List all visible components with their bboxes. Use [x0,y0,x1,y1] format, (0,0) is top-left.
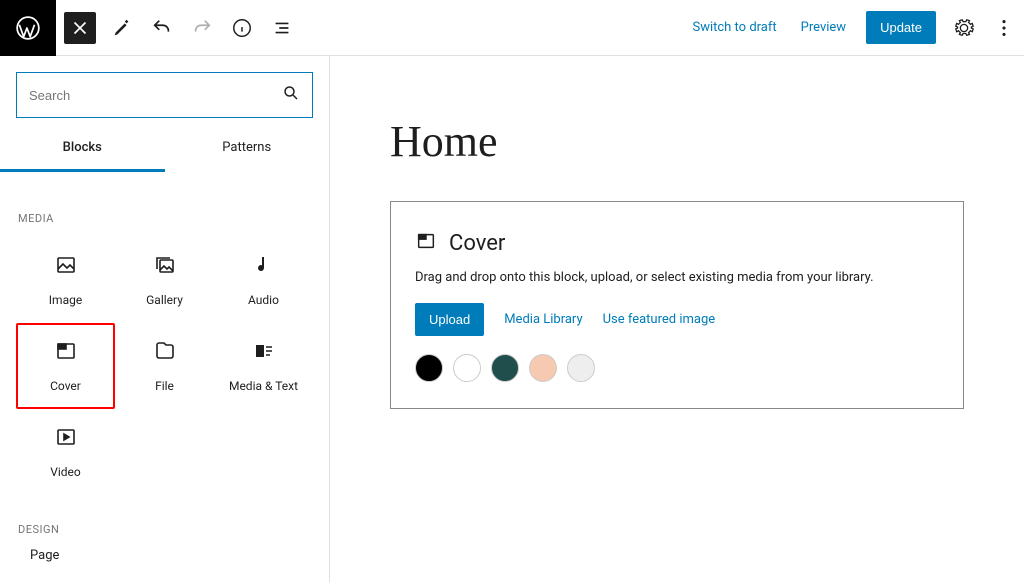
color-swatch[interactable] [567,354,595,382]
wordpress-logo[interactable] [0,0,56,56]
block-item-label: Cover [50,379,81,393]
upload-button[interactable]: Upload [415,303,484,336]
editor-canvas[interactable]: Home Cover Drag and drop onto this block… [330,56,1024,582]
search-icon [282,84,300,106]
category-design-title: Design [16,495,313,548]
gallery-icon [153,253,177,277]
switch-to-draft-link[interactable]: Switch to draft [680,20,788,35]
use-featured-image-link[interactable]: Use featured image [603,312,716,327]
undo-button[interactable] [144,10,180,46]
image-icon [54,253,78,277]
media-library-link[interactable]: Media Library [504,312,582,327]
block-item-gallery[interactable]: Gallery [115,237,214,323]
preview-link[interactable]: Preview [789,20,858,35]
block-item-video[interactable]: Video [16,409,115,495]
cover-block-placeholder[interactable]: Cover Drag and drop onto this block, upl… [390,201,964,409]
cover-icon [415,230,437,256]
info-button[interactable] [224,10,260,46]
color-swatch-row [415,354,939,382]
search-box[interactable] [16,72,313,118]
cover-instructions: Drag and drop onto this block, upload, o… [415,270,939,285]
media-text-icon [252,339,276,363]
redo-button[interactable] [184,10,220,46]
settings-button[interactable] [946,10,982,46]
block-item-media-text[interactable]: Media & Text [214,323,313,409]
color-swatch[interactable] [529,354,557,382]
audio-icon [252,253,276,277]
close-inserter-button[interactable] [64,12,96,44]
tab-patterns[interactable]: Patterns [165,128,330,172]
block-item-label: Gallery [146,293,183,307]
block-item-image[interactable]: Image [16,237,115,323]
cover-block-title: Cover [449,231,505,256]
block-item-label: Video [50,465,81,479]
block-item-label: Image [49,293,82,307]
list-view-button[interactable] [264,10,300,46]
color-swatch[interactable] [491,354,519,382]
block-item-audio[interactable]: Audio [214,237,313,323]
cover-icon [54,339,78,363]
block-item-label: Media & Text [229,379,298,393]
page-title[interactable]: Home [390,116,964,167]
search-input[interactable] [29,88,282,103]
block-item-label: Audio [248,293,279,307]
block-item-label: File [155,379,174,393]
file-icon [153,339,177,363]
color-swatch[interactable] [415,354,443,382]
color-swatch[interactable] [453,354,481,382]
category-media-title: Media [16,184,313,237]
tools-button[interactable] [104,10,140,46]
block-item-file[interactable]: File [115,323,214,409]
tab-blocks[interactable]: Blocks [0,128,165,172]
block-item-page[interactable]: Page [16,548,313,563]
update-button[interactable]: Update [866,11,936,44]
more-options-button[interactable] [986,10,1022,46]
video-icon [54,425,78,449]
block-item-cover[interactable]: Cover [16,323,115,409]
block-inserter-panel: Blocks Patterns Media Image Gallery Audi… [0,56,330,582]
